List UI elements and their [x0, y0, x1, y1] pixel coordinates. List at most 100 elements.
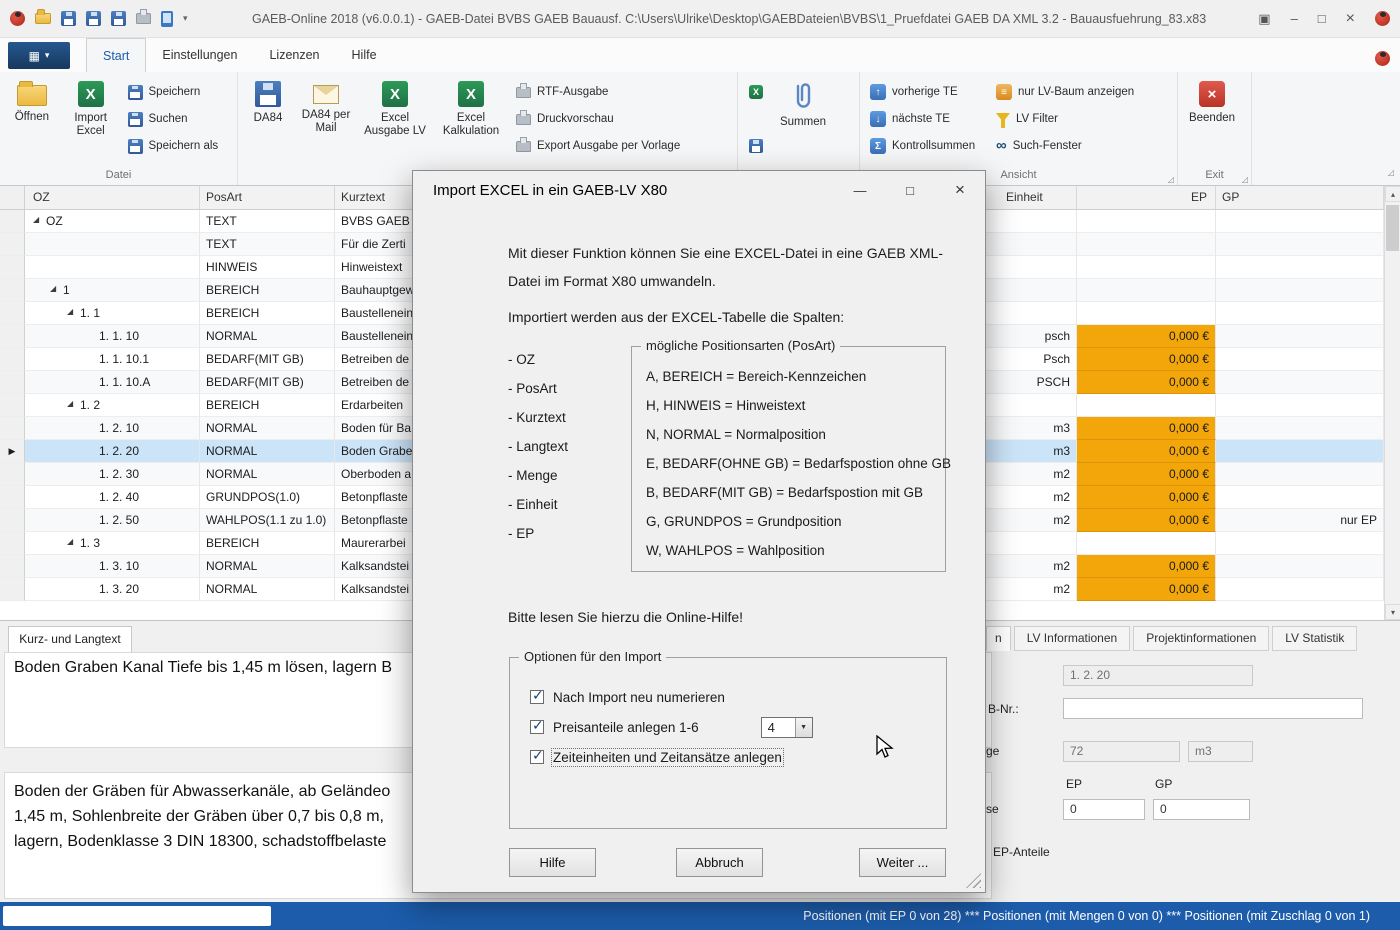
dialog-launcher-icon[interactable]: ◿ [1242, 172, 1248, 187]
window-pin-icon[interactable]: ▣ [1258, 11, 1270, 27]
gaeb-nr-field[interactable] [1063, 698, 1363, 719]
header-gp[interactable]: GP [1216, 186, 1384, 210]
scroll-down-icon[interactable]: ▾ [1385, 604, 1400, 620]
grid-cell: 1. 2. 20 [25, 440, 200, 463]
scrollbar-thumb[interactable] [1386, 205, 1399, 251]
excel-ausgabe-lv-button[interactable]: X Excel Ausgabe LV [358, 74, 432, 166]
tab-kurz-und-langtext[interactable]: Kurz- und Langtext [8, 626, 132, 652]
beenden-button[interactable]: × Beenden [1182, 74, 1242, 166]
device-icon[interactable] [161, 11, 173, 27]
tab-lv-informationen[interactable]: LV Informationen [1014, 626, 1131, 651]
speichern-als-button[interactable]: Speichern als [122, 134, 236, 158]
export-vorlage-button[interactable]: Export Ausgabe per Vorlage [510, 134, 716, 158]
tab-einstellungen[interactable]: Einstellungen [146, 38, 253, 72]
save-mini-button[interactable] [749, 134, 763, 158]
import-excel-button[interactable]: X Import Excel [60, 74, 122, 166]
kontrollsummen-button[interactable]: ΣKontrollsummen [864, 134, 990, 158]
tree-expander-icon[interactable]: ◢ [67, 532, 80, 553]
header-einheit[interactable]: Einheit [986, 186, 1077, 210]
header-ep[interactable]: EP [1077, 186, 1216, 210]
hilfe-button[interactable]: Hilfe [509, 848, 596, 877]
dialog-close-button[interactable]: × [935, 171, 985, 209]
print-icon[interactable] [136, 13, 151, 24]
ribbon-group-ausgabe: DA84 DA84 per Mail X Excel Ausgabe LV X … [238, 72, 738, 185]
tab-n[interactable]: n [986, 626, 1011, 651]
tree-expander-icon[interactable]: ◢ [50, 279, 63, 300]
grid-cell [986, 302, 1077, 325]
app-menu-button[interactable]: ▦▾ [8, 42, 70, 69]
close-button[interactable]: × [1346, 10, 1355, 28]
checkbox[interactable]: ✓ [530, 750, 544, 764]
abbruch-button[interactable]: Abbruch [676, 848, 763, 877]
oeffnen-button[interactable]: Öffnen [4, 74, 60, 166]
checkbox-label[interactable]: Preisanteile anlegen 1-6 [553, 720, 699, 735]
tab-start[interactable]: Start [86, 38, 146, 72]
tab-hilfe[interactable]: Hilfe [336, 38, 393, 72]
exit-x-icon: × [1199, 81, 1225, 107]
save-icon[interactable] [61, 11, 76, 26]
scroll-up-icon[interactable]: ▴ [1385, 186, 1400, 202]
vertical-scrollbar[interactable]: ▴ ▾ [1384, 186, 1400, 620]
chevron-down-icon[interactable]: ▼ [795, 718, 812, 737]
such-fenster-button[interactable]: ∞Such-Fenster [990, 134, 1174, 158]
qat-dropdown-icon[interactable]: ▾ [183, 13, 188, 24]
grid-cell: TEXT [200, 210, 335, 233]
tree-expander-icon[interactable]: ◢ [67, 394, 80, 415]
grid-cell [986, 210, 1077, 233]
minimize-button[interactable]: – [1291, 11, 1298, 26]
lv-baum-button[interactable]: ≡nur LV-Baum anzeigen [990, 80, 1174, 104]
tab-projektinformationen[interactable]: Projektinformationen [1133, 626, 1269, 651]
checkbox-label[interactable]: Nach Import neu numerieren [553, 690, 725, 705]
resize-grip[interactable] [966, 873, 981, 888]
tree-expander-icon[interactable]: ◢ [67, 302, 80, 323]
grid-cell [1216, 210, 1384, 233]
grid-cell [986, 394, 1077, 417]
excel-kalkulation-button[interactable]: X Excel Kalkulation [432, 74, 510, 166]
summen-button[interactable]: Summen [770, 74, 836, 166]
speichern-button[interactable]: Speichern [122, 80, 236, 104]
grid-cell [0, 325, 25, 348]
excel-mini-button[interactable]: X [749, 80, 763, 104]
naechste-te-button[interactable]: ↓nächste TE [864, 107, 990, 131]
grid-cell [1216, 532, 1384, 555]
grid-cell: WAHLPOS(1.1 zu 1.0) [200, 509, 335, 532]
weiter-button[interactable]: Weiter ... [859, 848, 946, 877]
ep-anteile-label: EP-Anteile [993, 845, 1050, 859]
vorherige-te-button[interactable]: ↑vorherige TE [864, 80, 990, 104]
grid-cell: BEREICH [200, 279, 335, 302]
dialog-titlebar[interactable]: Import EXCEL in ein GAEB-LV X80 — □ × [413, 171, 985, 209]
suchen-button[interactable]: Suchen [122, 107, 236, 131]
save-as-icon[interactable] [111, 11, 126, 26]
tree-expander-icon[interactable]: ◢ [33, 210, 46, 231]
grid-icon: ▦ [29, 49, 40, 63]
ep-field[interactable]: 0 [1063, 799, 1145, 820]
tab-lv-statistik[interactable]: LV Statistik [1272, 626, 1357, 651]
preisanteile-dropdown[interactable]: 4▼ [761, 717, 813, 738]
gp-field[interactable]: 0 [1153, 799, 1250, 820]
da84-button[interactable]: DA84 [242, 74, 294, 166]
checkbox[interactable]: ✓ [530, 690, 544, 704]
open-icon[interactable] [35, 13, 51, 24]
checkbox-label[interactable]: Zeiteinheiten und Zeitansätze anlegen [553, 750, 782, 765]
da84-mail-button[interactable]: DA84 per Mail [294, 74, 358, 166]
posart-groupbox-title: mögliche Positionsarten (PosArt) [641, 338, 840, 353]
ribbon-collapse-icon[interactable]: ◿ [1388, 168, 1394, 177]
grid-cell [1077, 279, 1216, 302]
dialog-maximize-button[interactable]: □ [885, 171, 935, 209]
maximize-button[interactable]: □ [1318, 11, 1326, 26]
rtf-ausgabe-button[interactable]: RTF-Ausgabe [510, 80, 716, 104]
check-icon: ✓ [532, 747, 544, 764]
checkbox[interactable]: ✓ [530, 720, 544, 734]
grid-cell: ◢1 [25, 279, 200, 302]
header-posart[interactable]: PosArt [200, 186, 335, 210]
lv-filter-button[interactable]: LV Filter [990, 107, 1174, 131]
header-oz[interactable]: OZ [25, 186, 200, 210]
dialog-launcher-icon[interactable]: ◿ [1168, 172, 1174, 187]
lv-baum-label: nur LV-Baum anzeigen [1018, 86, 1134, 98]
grid-cell: m2 [986, 509, 1077, 532]
druckvorschau-button[interactable]: Druckvorschau [510, 107, 716, 131]
dialog-minimize-button[interactable]: — [835, 171, 885, 209]
options-groupbox-title: Optionen für den Import [519, 649, 666, 664]
tab-lizenzen[interactable]: Lizenzen [253, 38, 335, 72]
save-all-icon[interactable] [86, 11, 101, 26]
